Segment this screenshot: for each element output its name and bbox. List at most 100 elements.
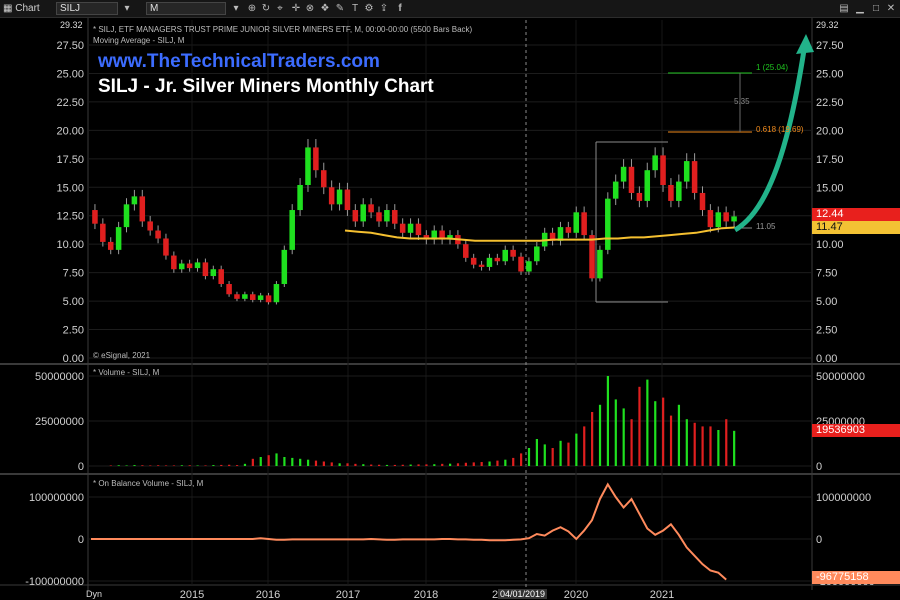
candle-body xyxy=(636,192,643,201)
price-tick-right: 7.50 xyxy=(816,268,837,280)
price-tick-right: 2.50 xyxy=(816,325,837,337)
dyn-label[interactable]: Dyn xyxy=(86,589,102,599)
candle-body xyxy=(155,230,161,239)
volume-bar xyxy=(717,430,720,466)
price-tick-left: 10.00 xyxy=(56,239,84,251)
x-tick-label: 2016 xyxy=(256,589,280,600)
candle-body xyxy=(178,263,185,270)
price-tick-right: 10.00 xyxy=(816,239,844,251)
candle-body xyxy=(202,262,209,277)
volume-bar xyxy=(583,426,586,466)
volume-bar xyxy=(464,462,467,466)
price-tick-right: 5.00 xyxy=(816,296,837,308)
axis-top-label: 29.32 xyxy=(816,20,839,30)
volume-bar xyxy=(267,455,270,466)
obv-tick-right: 100000000 xyxy=(816,492,871,504)
volume-bar xyxy=(125,465,128,466)
candle-body xyxy=(699,192,706,211)
volume-bar xyxy=(188,465,191,466)
price-tick-left: 0.00 xyxy=(63,353,84,365)
price-tick-left: 25.00 xyxy=(56,68,84,80)
candle-body xyxy=(376,212,382,222)
obv-line[interactable] xyxy=(91,482,727,581)
app-icon-label[interactable]: ▦ Chart xyxy=(3,2,40,16)
volume-bar xyxy=(606,376,610,466)
volume-bar xyxy=(456,463,460,466)
draw-icon[interactable]: ✎ xyxy=(334,3,346,15)
candle-body xyxy=(265,295,272,303)
chart-canvas[interactable]: 27.50 27.50 25.00 25.00 22.50 22.50 20.00 20.00… xyxy=(0,18,900,600)
volume-bar xyxy=(377,464,381,466)
candle-body xyxy=(218,269,224,285)
candle-body xyxy=(92,210,98,224)
volume-bar xyxy=(409,464,412,466)
candle-body xyxy=(107,241,114,250)
volume-bar xyxy=(322,461,325,466)
volume-bar xyxy=(433,464,436,466)
fib-level-1-label: 1 (25.04) xyxy=(756,63,789,72)
candle-body xyxy=(463,244,469,258)
volume-bar xyxy=(149,465,152,466)
volume-bar xyxy=(733,430,736,466)
candle-body xyxy=(368,204,374,213)
volume-bar xyxy=(449,463,452,466)
candle-body xyxy=(581,212,587,236)
interval-dropdown-icon[interactable]: ▾ xyxy=(230,3,242,15)
volume-bar xyxy=(275,453,278,466)
candle-body xyxy=(305,147,311,185)
candle-body xyxy=(115,227,122,250)
obv-tick-right: 0 xyxy=(816,534,822,546)
candle-body xyxy=(510,249,516,257)
volume-bar xyxy=(141,465,144,466)
price-tick-left: 20.00 xyxy=(56,125,84,137)
candle-body xyxy=(683,161,690,182)
candle-body xyxy=(392,210,398,224)
symbol-dropdown-icon[interactable]: ▾ xyxy=(121,3,133,15)
volume-bar xyxy=(401,464,404,466)
volume-bar xyxy=(441,463,444,466)
candle-body xyxy=(321,170,327,188)
price-tick-right: 0.00 xyxy=(816,353,837,365)
text-icon[interactable]: T xyxy=(349,3,361,15)
share-icon[interactable]: ⇪ xyxy=(378,3,390,15)
price-tick-right: 15.00 xyxy=(816,182,844,194)
price-info-line2: Moving Average - SILJ, M xyxy=(93,36,185,45)
volume-bar xyxy=(204,465,207,466)
lock-icon[interactable]: ⊕ xyxy=(246,3,258,15)
interval-input[interactable]: M xyxy=(146,2,226,15)
volume-bar xyxy=(243,463,247,466)
price-tick-right: 22.50 xyxy=(816,97,844,109)
maximize-icon[interactable]: □ xyxy=(870,3,882,15)
candle-body xyxy=(715,212,722,228)
minimize-icon[interactable]: ▁ xyxy=(854,3,866,15)
volume-bar xyxy=(472,462,475,466)
volume-bar xyxy=(654,401,657,466)
price-info-line1: * SILJ, ETF MANAGERS TRUST PRIME JUNIOR … xyxy=(93,25,473,34)
volume-bar xyxy=(567,442,570,466)
volume-tick-right: 0 xyxy=(816,461,822,473)
y-axis-labels: 27.50 27.50 25.00 25.00 22.50 22.50 20.00 20.00… xyxy=(25,40,874,588)
close-icon[interactable]: ✕ xyxy=(885,3,897,15)
symbol-input[interactable]: SILJ xyxy=(56,2,118,15)
refresh-icon[interactable]: ↻ xyxy=(260,3,272,15)
zoom-icon[interactable]: ⊗ xyxy=(304,3,316,15)
candle-body xyxy=(194,262,201,269)
candle-body xyxy=(723,212,729,222)
facebook-icon[interactable]: f xyxy=(394,3,406,15)
candle-body xyxy=(336,189,343,205)
candle-body xyxy=(597,249,603,279)
cursor-date-label: 04/01/2019 xyxy=(498,589,548,599)
volume-tick-left: 50000000 xyxy=(35,371,84,383)
candle-body xyxy=(147,221,153,231)
ruler-icon[interactable]: ⌖ xyxy=(274,3,286,15)
volume-bar xyxy=(362,464,365,466)
candle-body xyxy=(478,264,485,267)
candle-body xyxy=(589,235,595,279)
crosshair-icon[interactable]: ✛ xyxy=(290,3,302,15)
grid-icon[interactable]: ▤ xyxy=(838,3,850,15)
x-tick-label: 2015 xyxy=(180,589,204,600)
tools-icon[interactable]: ⚙ xyxy=(363,3,375,15)
layers-icon[interactable]: ❖ xyxy=(319,3,331,15)
volume-bar xyxy=(622,408,625,466)
volume-tick-right: 50000000 xyxy=(816,371,865,383)
